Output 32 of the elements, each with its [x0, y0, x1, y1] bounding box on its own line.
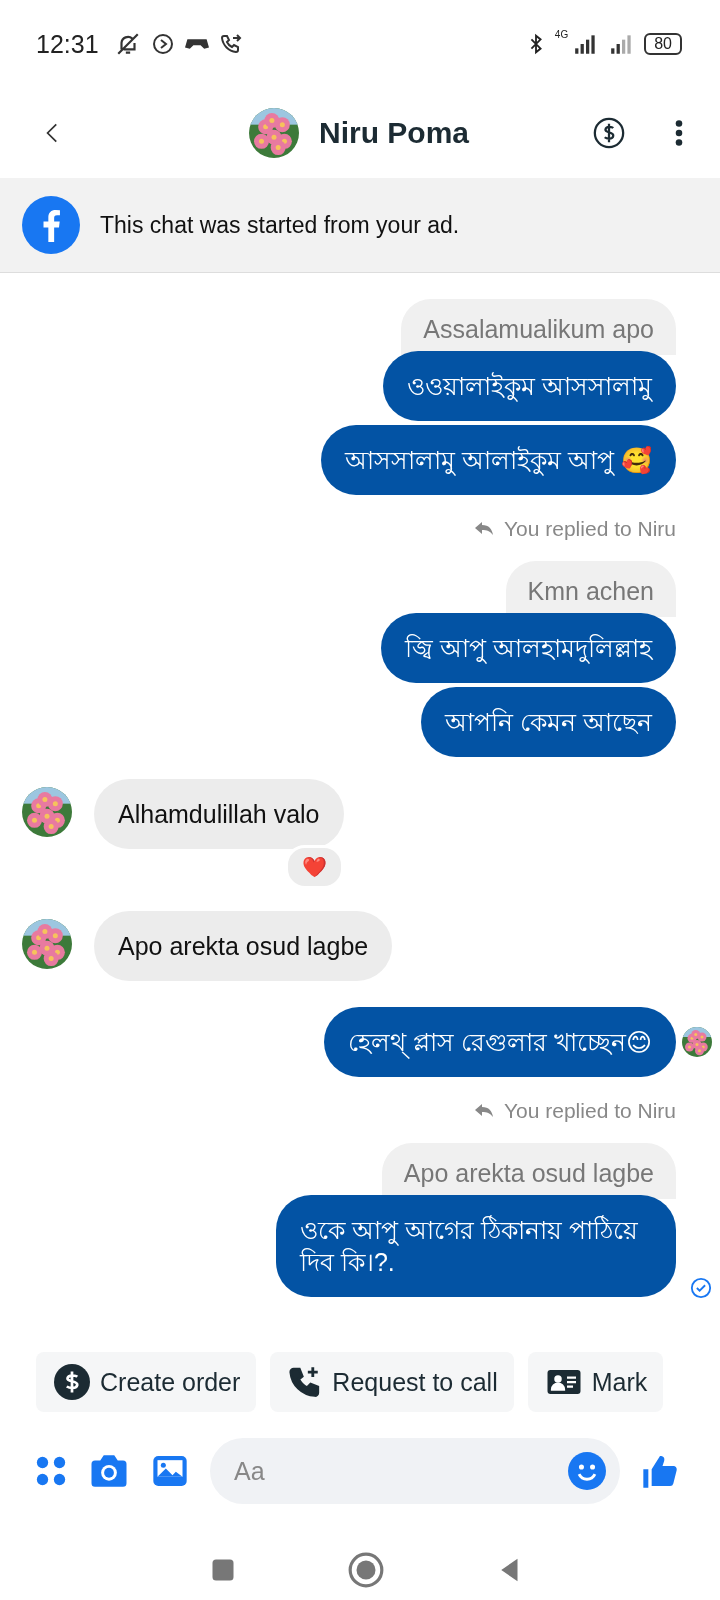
- action-chip[interactable]: Create order: [36, 1352, 257, 1412]
- call-forward-icon: [218, 32, 243, 56]
- emoji-icon[interactable]: [568, 1452, 606, 1490]
- dollar-icon: [54, 1364, 90, 1400]
- reply-note: You replied to Niru: [504, 1099, 676, 1123]
- contact-name[interactable]: Niru Poma: [319, 116, 469, 150]
- home-icon[interactable]: [347, 1551, 385, 1589]
- reply-note: You replied to Niru: [504, 517, 676, 541]
- text-input[interactable]: Aa: [232, 1455, 568, 1487]
- quoted-message: Kmn achen: [505, 561, 676, 617]
- dollar-icon[interactable]: [592, 116, 626, 150]
- banner-text: This chat was started from your ad.: [100, 211, 460, 239]
- more-icon[interactable]: [674, 120, 684, 146]
- quoted-message: Apo arekta osud lagbe: [381, 1143, 676, 1199]
- sent-message: আসসালামু আলাইকুম আপু 🥰: [321, 425, 676, 495]
- received-message: Apo arekta osud lagbe: [94, 911, 393, 981]
- apps-icon[interactable]: [34, 1454, 68, 1488]
- sent-message: ওকে আপু আগের ঠিকানায় পাঠিয়ে দিব কি।?.: [276, 1195, 676, 1297]
- action-chip[interactable]: Request to call: [270, 1352, 514, 1412]
- quoted-message: Assalamualikum apo: [401, 299, 676, 355]
- received-message: Alhamdulillah valo: [94, 779, 344, 849]
- sent-message: জ্বি আপু আলহামদুলিল্লাহ: [381, 613, 676, 683]
- facebook-icon: [22, 196, 80, 254]
- sent-message: হেলথ্ প্লাস রেগুলার খাচ্ছেন😊: [324, 1007, 676, 1077]
- sent-message: ওওয়ালাইকুম আসসালামু: [383, 351, 676, 421]
- network-type: 4G: [554, 28, 569, 40]
- sent-message: আপনি কেমন আছেন: [421, 687, 676, 757]
- action-chip[interactable]: Mark: [527, 1352, 664, 1412]
- clock-time: 12:31: [36, 29, 99, 59]
- message-field[interactable]: Aa: [210, 1438, 620, 1504]
- play-circle-icon: [150, 32, 175, 56]
- battery-level: 80: [644, 33, 682, 55]
